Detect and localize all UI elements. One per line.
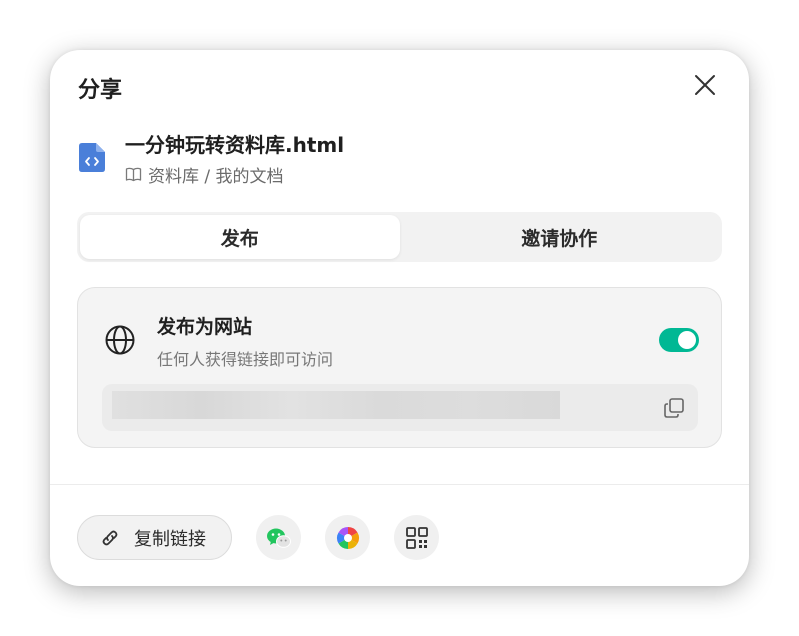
tab-publish[interactable]: 发布	[80, 215, 400, 259]
publish-card: 发布为网站 任何人获得链接即可访问	[77, 287, 722, 448]
wechat-icon	[266, 528, 291, 548]
share-app-button[interactable]	[325, 515, 370, 560]
copy-icon[interactable]	[663, 397, 685, 419]
published-url-field[interactable]	[102, 384, 698, 431]
close-icon	[695, 75, 715, 95]
file-path: 资料库 / 我的文档	[125, 163, 284, 187]
qrcode-icon	[405, 526, 428, 549]
url-blurred-text	[112, 391, 560, 419]
share-wechat-button[interactable]	[256, 515, 301, 560]
share-dialog: 分享 一分钟玩转资料库.html 资料库 / 我的文档 发布 邀请协作 发布为网…	[50, 50, 749, 586]
html-file-icon	[79, 143, 105, 172]
book-icon	[125, 167, 142, 181]
publish-subtitle: 任何人获得链接即可访问	[157, 350, 334, 369]
file-path-text: 资料库 / 我的文档	[148, 166, 284, 187]
tab-invite-collaborate[interactable]: 邀请协作	[400, 215, 720, 259]
publish-title: 发布为网站	[157, 316, 253, 338]
share-tabs: 发布 邀请协作	[77, 212, 722, 262]
color-wheel-icon	[336, 526, 359, 549]
globe-icon	[105, 325, 135, 355]
dialog-title: 分享	[78, 78, 123, 103]
link-icon	[102, 530, 118, 545]
footer-divider	[50, 484, 749, 485]
publish-toggle[interactable]	[659, 328, 699, 352]
share-qrcode-button[interactable]	[394, 515, 439, 560]
toggle-knob	[678, 331, 696, 349]
copy-link-button[interactable]: 复制链接	[77, 515, 232, 560]
copy-link-label: 复制链接	[134, 528, 206, 550]
file-name: 一分钟玩转资料库.html	[125, 133, 345, 157]
close-button[interactable]	[690, 70, 720, 100]
